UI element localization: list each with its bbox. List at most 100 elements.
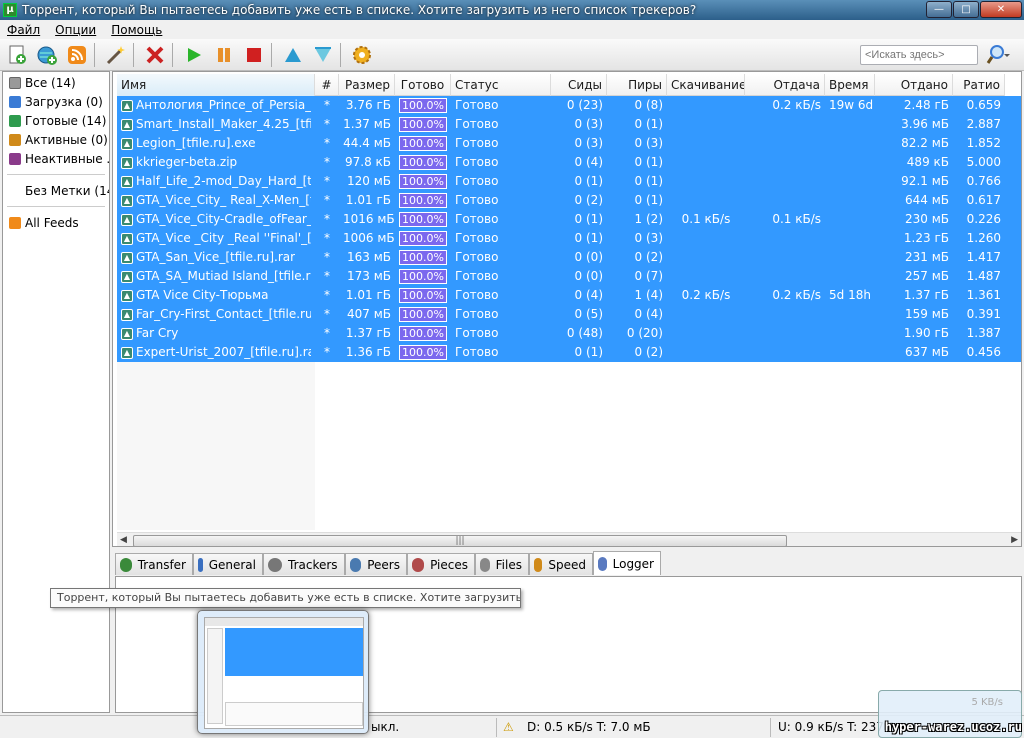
cell-eta (825, 115, 875, 134)
sidebar-item-no-label[interactable]: Без Метки (14) (3, 181, 109, 200)
add-torrent-button[interactable] (4, 42, 30, 68)
cell-name: ▲ Expert-Urist_2007_[tfile.ru].rar (117, 343, 315, 362)
torrent-name: GTA_Vice_City_ Real_X-Men_[tfi... (136, 193, 311, 207)
cell-name: ▲ GTA_San_Vice_[tfile.ru].rar (117, 248, 315, 267)
table-row[interactable]: ▲ GTA_Vice_City-Cradle_ofFear_... * 1016 мБ… (117, 210, 1021, 229)
menu-help[interactable]: Помощь (111, 23, 162, 37)
cell-status: Готово (455, 269, 499, 283)
table-row[interactable]: ▲GTA_Vice_City_ Real_X-Men_[tfi... * 1.01 … (117, 191, 1021, 210)
table-row[interactable]: ▲Far_Cry-First_Contact_[tfile.ru].... * 40… (117, 305, 1021, 324)
cell-eta (825, 210, 875, 229)
sidebar-item-label: Готовые (14) (25, 113, 107, 128)
table-row[interactable]: ▲ GTA Vice City-Тюрьма * 1.01 гБ 100.0% Готов… (117, 286, 1021, 305)
maximize-button[interactable]: □ (953, 1, 979, 18)
cell-eta (825, 324, 875, 343)
cell-down (667, 324, 745, 343)
menu-file[interactable]: Файл (7, 23, 40, 37)
table-row[interactable]: ▲ Legion_[tfile.ru].exe * 44.4 мБ 100.0% Гото… (117, 134, 1021, 153)
cell-eta (825, 172, 875, 191)
cell-peers: 0 (3) (634, 136, 663, 150)
cell-peers: 0 (7) (634, 269, 663, 283)
column-header-ratio[interactable]: Ратио (953, 74, 1005, 96)
table-row[interactable]: ▲ GTA_San_Vice_[tfile.ru].rar * 163 мБ 100.0… (117, 248, 1021, 267)
table-row[interactable]: ▲ Far Cry * 1.37 гБ 100.0% Готово 0 (48) 0 (20)… (117, 324, 1021, 343)
cell-status: Готово (455, 136, 499, 150)
preferences-button[interactable] (349, 42, 375, 68)
column-header-upload-speed[interactable]: Отдача (745, 74, 825, 96)
all-icon (9, 76, 21, 89)
seeding-icon: ▲ (121, 137, 133, 150)
tab-trackers[interactable]: Trackers (263, 553, 345, 575)
create-torrent-button[interactable] (103, 42, 129, 68)
column-header-size[interactable]: Размер (339, 74, 395, 96)
sidebar-item-completed[interactable]: Готовые (14) (3, 111, 109, 130)
close-button[interactable]: ✕ (980, 1, 1022, 18)
table-row[interactable]: ▲Half_Life_2-mod_Day_Hard_[tfil... * 120 м… (117, 172, 1021, 191)
horizontal-scrollbar[interactable]: ◀ ||| ▶ (117, 532, 1021, 546)
column-header-status[interactable]: Статус (451, 74, 551, 96)
seeding-icon: ▲ (121, 213, 133, 226)
cell-size: 120 мБ (346, 174, 391, 188)
sidebar-item-active[interactable]: Активные (0) (3, 130, 109, 149)
cell-seeds: 0 (4) (574, 288, 603, 302)
tab-speed[interactable]: Speed (529, 553, 593, 575)
column-header-download-speed[interactable]: Скачивание (667, 74, 745, 96)
sidebar-item-inactive[interactable]: Неактивные ... (3, 149, 109, 168)
tab-general[interactable]: General (193, 553, 263, 575)
start-button[interactable] (181, 42, 207, 68)
sidebar-item-all[interactable]: Все (14) (3, 73, 109, 92)
progress-bar: 100.0% (399, 307, 447, 322)
seeding-icon: ▲ (121, 175, 133, 188)
warning-icon: ⚠ (503, 720, 514, 734)
scroll-right-icon[interactable]: ▶ (1011, 535, 1018, 545)
tab-pieces[interactable]: Pieces (407, 553, 475, 575)
table-row[interactable]: ▲ Expert-Urist_2007_[tfile.ru].rar * 1.36 г… (117, 343, 1021, 362)
column-header-number[interactable]: # (315, 74, 339, 96)
tab-logger[interactable]: Logger (593, 551, 661, 575)
pause-button[interactable] (211, 42, 237, 68)
torrent-name: Антология_Prince_of_Persia_[tf... (136, 98, 311, 112)
table-row[interactable]: ▲ kkrieger-beta.zip * 97.8 кБ 100.0% Готово 0 … (117, 153, 1021, 172)
sidebar-item-downloading[interactable]: Загрузка (0) (3, 92, 109, 111)
move-up-button[interactable] (280, 42, 306, 68)
cell-num: * (324, 117, 330, 131)
column-header-seeds[interactable]: Сиды (551, 74, 607, 96)
taskbar-thumbnail-preview[interactable] (197, 610, 369, 734)
cell-eta (825, 153, 875, 172)
scrollbar-thumb[interactable]: ||| (133, 535, 787, 546)
move-down-button[interactable] (310, 42, 336, 68)
table-row[interactable]: ▲GTA_SA_Mutiad Island_[tfile.ru]... * 173 … (117, 267, 1021, 286)
cell-peers: 0 (8) (634, 98, 663, 112)
torrent-name: Legion_[tfile.ru].exe (136, 136, 256, 150)
menu-options[interactable]: Опции (55, 23, 96, 37)
cell-uploaded: 1.37 гБ (903, 288, 949, 302)
column-header-peers[interactable]: Пиры (607, 74, 667, 96)
tab-transfer[interactable]: Transfer (115, 553, 193, 575)
minimize-button[interactable]: — (926, 1, 952, 18)
scroll-left-icon[interactable]: ◀ (120, 535, 127, 545)
cell-seeds: 0 (1) (574, 231, 603, 245)
column-header-eta[interactable]: Время (825, 74, 875, 96)
stop-button[interactable] (241, 42, 267, 68)
table-row[interactable]: ▲Антология_Prince_of_Persia_[tf... * 3.76 … (117, 96, 1021, 115)
dht-status: ыкл. (371, 720, 400, 734)
column-header-name[interactable]: Имя (117, 74, 315, 96)
cell-eta: 5d 18h (829, 288, 871, 302)
tab-peers[interactable]: Peers (345, 553, 407, 575)
sidebar-item-all-feeds[interactable]: All Feeds (3, 213, 109, 232)
remove-button[interactable] (142, 42, 168, 68)
cell-done: 100.0% (395, 248, 451, 267)
tab-files[interactable]: Files (475, 553, 529, 575)
add-rss-button[interactable] (64, 42, 90, 68)
column-header-uploaded[interactable]: Отдано (875, 74, 953, 96)
cell-seeds: 0 (0) (574, 250, 603, 264)
table-row[interactable]: ▲GTA_Vice _City _Real ''Final'_[tfi... * 1… (117, 229, 1021, 248)
table-row[interactable]: ▲Smart_Install_Maker_4.25_[tfile.r... * 1.… (117, 115, 1021, 134)
cell-uploaded: 257 мБ (904, 269, 949, 283)
column-header-done[interactable]: Готово (395, 74, 451, 96)
cell-uploaded: 159 мБ (904, 307, 949, 321)
cell-down: 0.2 кБ/s (681, 288, 731, 302)
search-input[interactable] (860, 45, 978, 65)
add-url-button[interactable] (34, 42, 60, 68)
search-button[interactable] (986, 44, 1012, 66)
